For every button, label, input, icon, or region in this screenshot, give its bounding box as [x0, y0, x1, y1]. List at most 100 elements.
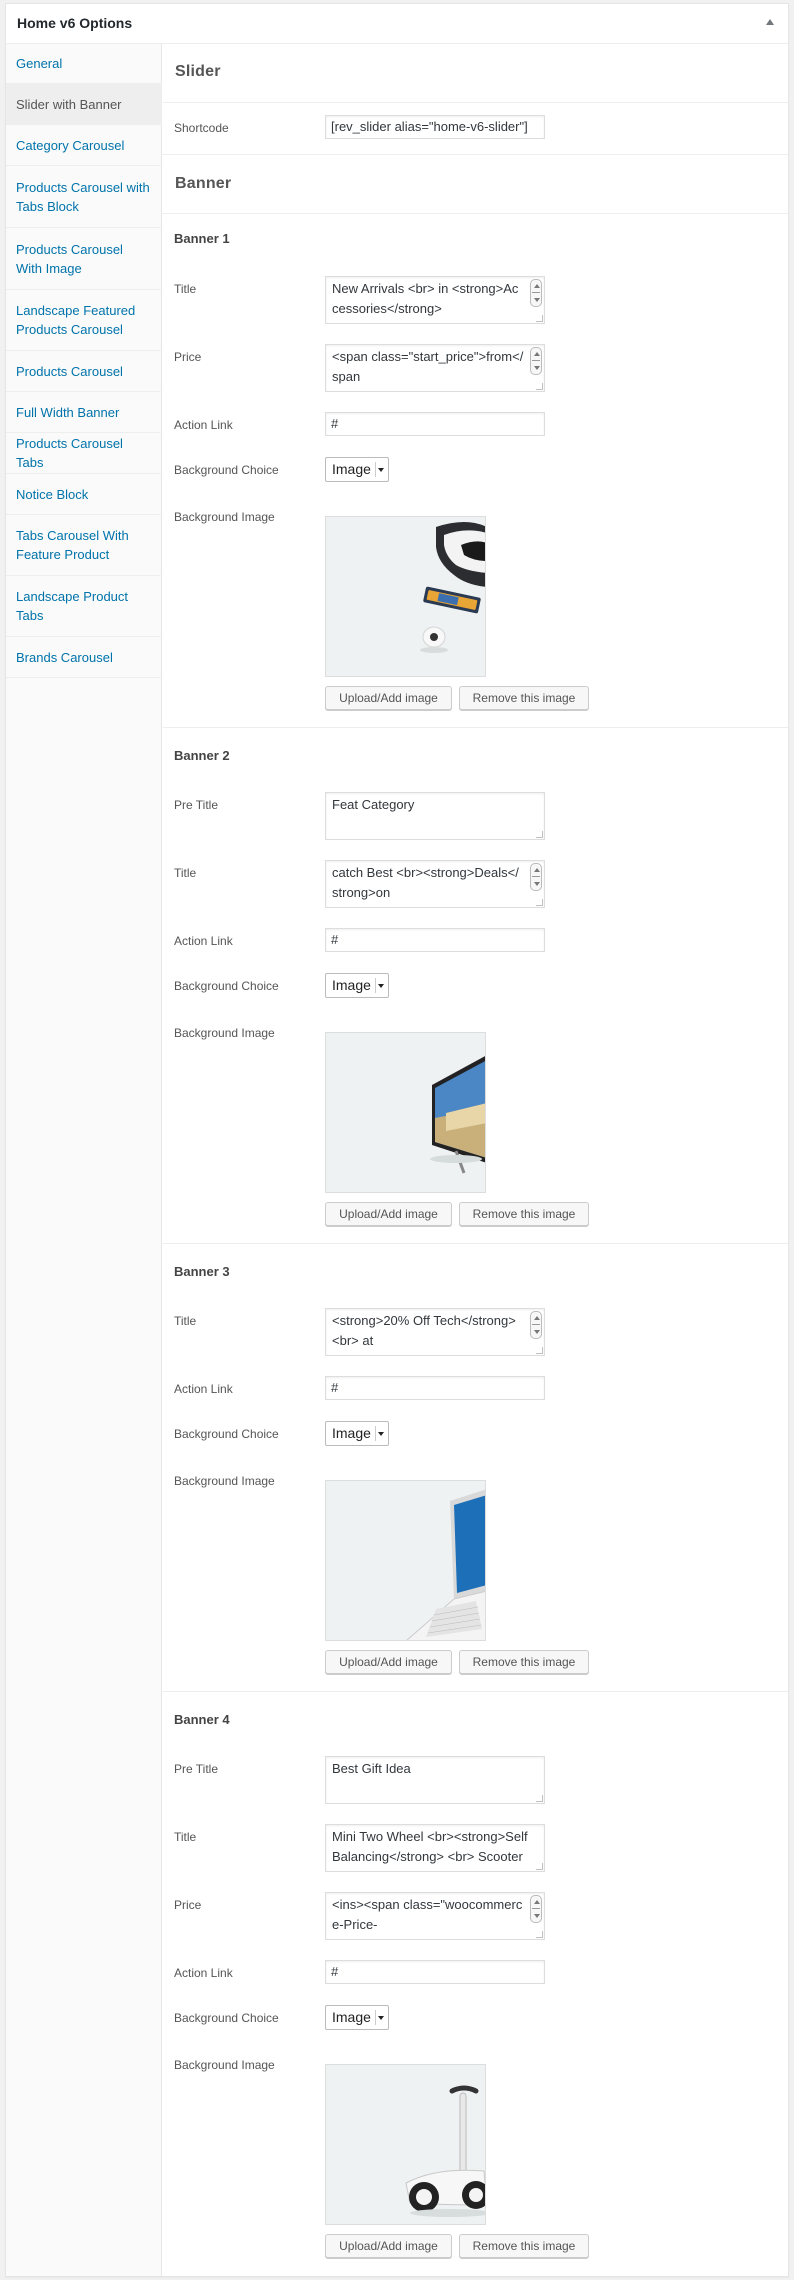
sidebar-item-label: Brands Carousel [16, 649, 113, 665]
divider [163, 727, 788, 728]
divider [163, 154, 788, 155]
banner-4-remove-button[interactable]: Remove this image [459, 2234, 589, 2258]
banner-4-price-value: <ins><span class="woocommerce-Price- [332, 1897, 523, 1932]
banner-4-bg-choice-label: Background Choice [174, 2011, 279, 2025]
options-panel: Home v6 Options General Slider with Bann… [5, 3, 789, 2277]
resize-grip-icon[interactable] [536, 899, 543, 906]
banner-3-upload-button[interactable]: Upload/Add image [325, 1650, 452, 1674]
banner-3-bg-choice-select[interactable]: Image [325, 1421, 389, 1446]
sidebar-item-category-carousel[interactable]: Category Carousel [6, 125, 162, 166]
banner-2-title-field[interactable]: catch Best <br><strong>Deals</strong>on [325, 860, 545, 908]
banner-4-title-value: Mini Two Wheel <br><strong>Self Balancin… [332, 1829, 532, 1864]
banner-2-title-label: Title [174, 866, 197, 880]
chevron-down-icon [378, 468, 384, 472]
banner-3-heading: Banner 3 [174, 1264, 230, 1279]
slider-heading: Slider [175, 63, 221, 80]
panel-header: Home v6 Options [6, 4, 788, 44]
sidebar-item-label: Slider with Banner [16, 96, 122, 112]
vr-headset-image [326, 517, 485, 676]
banner-2-upload-button[interactable]: Upload/Add image [325, 1202, 452, 1226]
banner-4-heading: Banner 4 [174, 1712, 230, 1727]
banner-section-heading: Banner [175, 175, 232, 192]
sidebar-item-products-carousel-with-image[interactable]: Products Carousel With Image [6, 228, 162, 290]
sidebar-item-tabs-carousel-feature-product[interactable]: Tabs Carousel With Feature Product [6, 515, 162, 576]
banner-1-price-value: <span class="start_price">from</span [332, 349, 524, 384]
banner-1-action-link-label: Action Link [174, 418, 233, 432]
banner-1-bg-choice-label: Background Choice [174, 463, 279, 477]
resize-grip-icon[interactable] [536, 1931, 543, 1938]
banner-3-action-link-input[interactable]: # [325, 1376, 545, 1400]
banner-1-title-label: Title [174, 282, 197, 296]
banner-4-bg-choice-select[interactable]: Image [325, 2005, 389, 2030]
sidebar-item-label: Tabs Carousel With Feature Product [16, 528, 129, 562]
banner-2-bg-choice-label: Background Choice [174, 979, 279, 993]
sidebar-item-brands-carousel[interactable]: Brands Carousel [6, 637, 162, 678]
sidebar-item-label: Landscape Featured Products Carousel [16, 303, 136, 337]
banner-3-action-link-label: Action Link [174, 1382, 233, 1396]
sidebar-item-products-carousel-tabs-block[interactable]: Products Carousel with Tabs Block [6, 166, 162, 228]
banner-1-title-field[interactable]: New Arrivals <br> in <strong>Accessories… [325, 276, 545, 324]
banner-3-title-label: Title [174, 1314, 197, 1328]
select-value: Image [332, 2009, 371, 2025]
banner-3-title-field[interactable]: <strong>20% Off Tech</strong> <br> at [325, 1308, 545, 1356]
scroll-arrows-icon[interactable] [530, 1311, 542, 1339]
resize-grip-icon[interactable] [536, 831, 543, 838]
banner-2-bg-choice-select[interactable]: Image [325, 973, 389, 998]
sidebar-item-label: Products Carousel [16, 363, 123, 379]
banner-2-pre-title-field[interactable]: Feat Category [325, 792, 545, 840]
banner-4-title-field[interactable]: Mini Two Wheel <br><strong>Self Balancin… [325, 1824, 545, 1872]
divider [163, 102, 788, 103]
sidebar-item-label: Notice Block [16, 486, 89, 502]
resize-grip-icon[interactable] [536, 315, 543, 322]
banner-4-price-label: Price [174, 1898, 202, 1912]
banner-1-action-link-input[interactable]: # [325, 412, 545, 436]
banner-4-title-label: Title [174, 1830, 197, 1844]
sidebar-item-notice-block[interactable]: Notice Block [6, 474, 162, 515]
sidebar-item-general[interactable]: General [6, 44, 162, 84]
banner-2-remove-button[interactable]: Remove this image [459, 1202, 589, 1226]
banner-1-bg-image-label: Background Image [174, 510, 275, 524]
resize-grip-icon[interactable] [536, 383, 543, 390]
chevron-down-icon [378, 984, 384, 988]
banner-2-action-link-label: Action Link [174, 934, 233, 948]
resize-grip-icon[interactable] [536, 1863, 543, 1870]
banner-2-pre-title-value: Feat Category [332, 797, 415, 812]
banner-1-upload-button[interactable]: Upload/Add image [325, 686, 452, 710]
main-content: Slider Shortcode [rev_slider alias="home… [163, 44, 788, 2276]
banner-4-pre-title-label: Pre Title [174, 1762, 219, 1776]
scroll-arrows-icon[interactable] [530, 863, 542, 891]
divider [163, 213, 788, 214]
sidebar-item-full-width-banner[interactable]: Full Width Banner [6, 392, 162, 433]
scroll-arrows-icon[interactable] [530, 1895, 542, 1923]
banner-2-action-link-input[interactable]: # [325, 928, 545, 952]
collapse-toggle-icon[interactable] [766, 19, 774, 25]
banner-1-remove-button[interactable]: Remove this image [459, 686, 589, 710]
banner-4-price-field[interactable]: <ins><span class="woocommerce-Price- [325, 1892, 545, 1940]
banner-1-title-value: New Arrivals <br> in <strong>Accessories… [332, 281, 519, 316]
sidebar-item-landscape-featured-products[interactable]: Landscape Featured Products Carousel [6, 290, 162, 351]
sidebar-item-products-carousel-tabs[interactable]: Products Carousel Tabs [6, 433, 162, 474]
banner-1-bg-choice-select[interactable]: Image [325, 457, 389, 482]
banner-4-action-link-label: Action Link [174, 1966, 233, 1980]
sidebar-item-slider-with-banner[interactable]: Slider with Banner [6, 84, 162, 125]
banner-4-action-link-input[interactable]: # [325, 1960, 545, 1984]
shortcode-input[interactable]: [rev_slider alias="home-v6-slider"] [325, 115, 545, 139]
banner-1-price-field[interactable]: <span class="start_price">from</span [325, 344, 545, 392]
banner-2-bg-image-label: Background Image [174, 1026, 275, 1040]
banner-3-remove-button[interactable]: Remove this image [459, 1650, 589, 1674]
sidebar-item-label: General [16, 56, 63, 71]
sidebar-item-landscape-product-tabs[interactable]: Landscape Product Tabs [6, 576, 162, 637]
sidebar-item-products-carousel[interactable]: Products Carousel [6, 351, 162, 392]
resize-grip-icon[interactable] [536, 1795, 543, 1802]
scroll-arrows-icon[interactable] [530, 347, 542, 375]
banner-2-heading: Banner 2 [174, 748, 230, 763]
resize-grip-icon[interactable] [536, 1347, 543, 1354]
sidebar-item-label: Full Width Banner [16, 404, 120, 420]
divider [163, 1691, 788, 1692]
banner-3-bg-choice-label: Background Choice [174, 1427, 279, 1441]
banner-4-upload-button[interactable]: Upload/Add image [325, 2234, 452, 2258]
banner-4-pre-title-field[interactable]: Best Gift Idea [325, 1756, 545, 1804]
select-value: Image [332, 977, 371, 993]
banner-4-pre-title-value: Best Gift Idea [332, 1761, 411, 1776]
scroll-arrows-icon[interactable] [530, 279, 542, 307]
